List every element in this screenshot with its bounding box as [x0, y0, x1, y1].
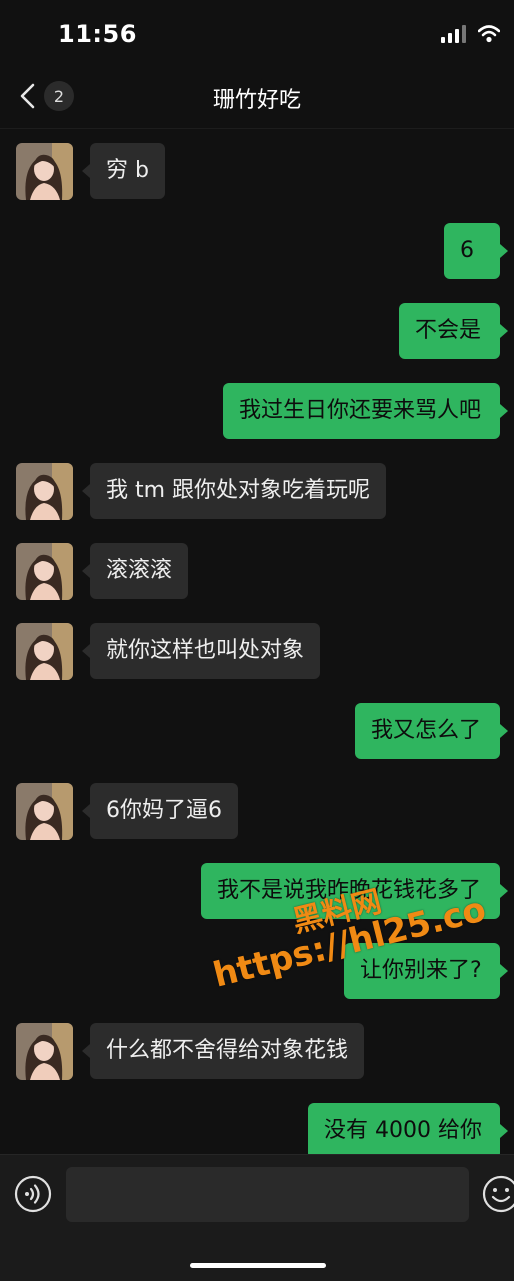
status-icons: [440, 24, 500, 44]
outgoing-message-bubble[interactable]: 没有 4000 给你: [308, 1103, 500, 1159]
avatar[interactable]: [16, 623, 73, 680]
bubble-tail: [500, 884, 508, 898]
input-bar: [0, 1154, 514, 1281]
bubble-tail: [500, 404, 508, 418]
bubble-tail: [500, 724, 508, 738]
bubble-tail: [500, 964, 508, 978]
outgoing-message-bubble[interactable]: 不会是: [399, 303, 500, 359]
avatar[interactable]: [16, 543, 73, 600]
bubble-tail: [500, 324, 508, 338]
avatar[interactable]: [16, 1023, 73, 1080]
chat-title: 珊竹好吃: [212, 88, 301, 113]
outgoing-message-bubble[interactable]: 我又怎么了: [355, 703, 500, 759]
incoming-message-bubble[interactable]: 滚滚滚: [90, 543, 189, 599]
bubble-tail: [82, 644, 90, 658]
bubble-tail: [500, 1124, 508, 1138]
voice-icon[interactable]: [14, 1175, 52, 1213]
signal-icon: [441, 25, 466, 43]
incoming-message-bubble[interactable]: 穷 b: [90, 143, 165, 199]
status-time: 11:56: [58, 20, 137, 48]
bubble-tail: [82, 564, 90, 578]
emoji-icon[interactable]: [482, 1175, 514, 1213]
outgoing-message-bubble[interactable]: 我过生日你还要来骂人吧: [223, 383, 500, 439]
bubble-tail: [82, 804, 90, 818]
incoming-message-bubble[interactable]: 6你妈了逼6: [90, 783, 238, 839]
bubble-tail: [82, 484, 90, 498]
outgoing-message-bubble[interactable]: 6: [444, 223, 500, 279]
avatar[interactable]: [16, 783, 73, 840]
incoming-message-bubble[interactable]: 什么都不舍得给对象花钱: [90, 1023, 365, 1079]
wifi-icon: [478, 25, 500, 43]
chat-header: 2 珊竹好吃: [0, 64, 514, 129]
avatar[interactable]: [16, 463, 73, 520]
outgoing-message-bubble[interactable]: 我不是说我昨晚花钱花多了: [201, 863, 500, 919]
home-indicator[interactable]: [190, 1263, 326, 1268]
outgoing-message-bubble[interactable]: 让你别来了?: [344, 943, 500, 999]
status-bar: 11:56: [0, 0, 514, 64]
bubble-tail: [82, 1044, 90, 1058]
bubble-tail: [500, 244, 508, 258]
incoming-message-bubble[interactable]: 我 tm 跟你处对象吃着玩呢: [90, 463, 387, 519]
avatar[interactable]: [16, 143, 73, 200]
bubble-tail: [82, 164, 90, 178]
incoming-message-bubble[interactable]: 就你这样也叫处对象: [90, 623, 321, 679]
message-input[interactable]: [66, 1167, 469, 1222]
